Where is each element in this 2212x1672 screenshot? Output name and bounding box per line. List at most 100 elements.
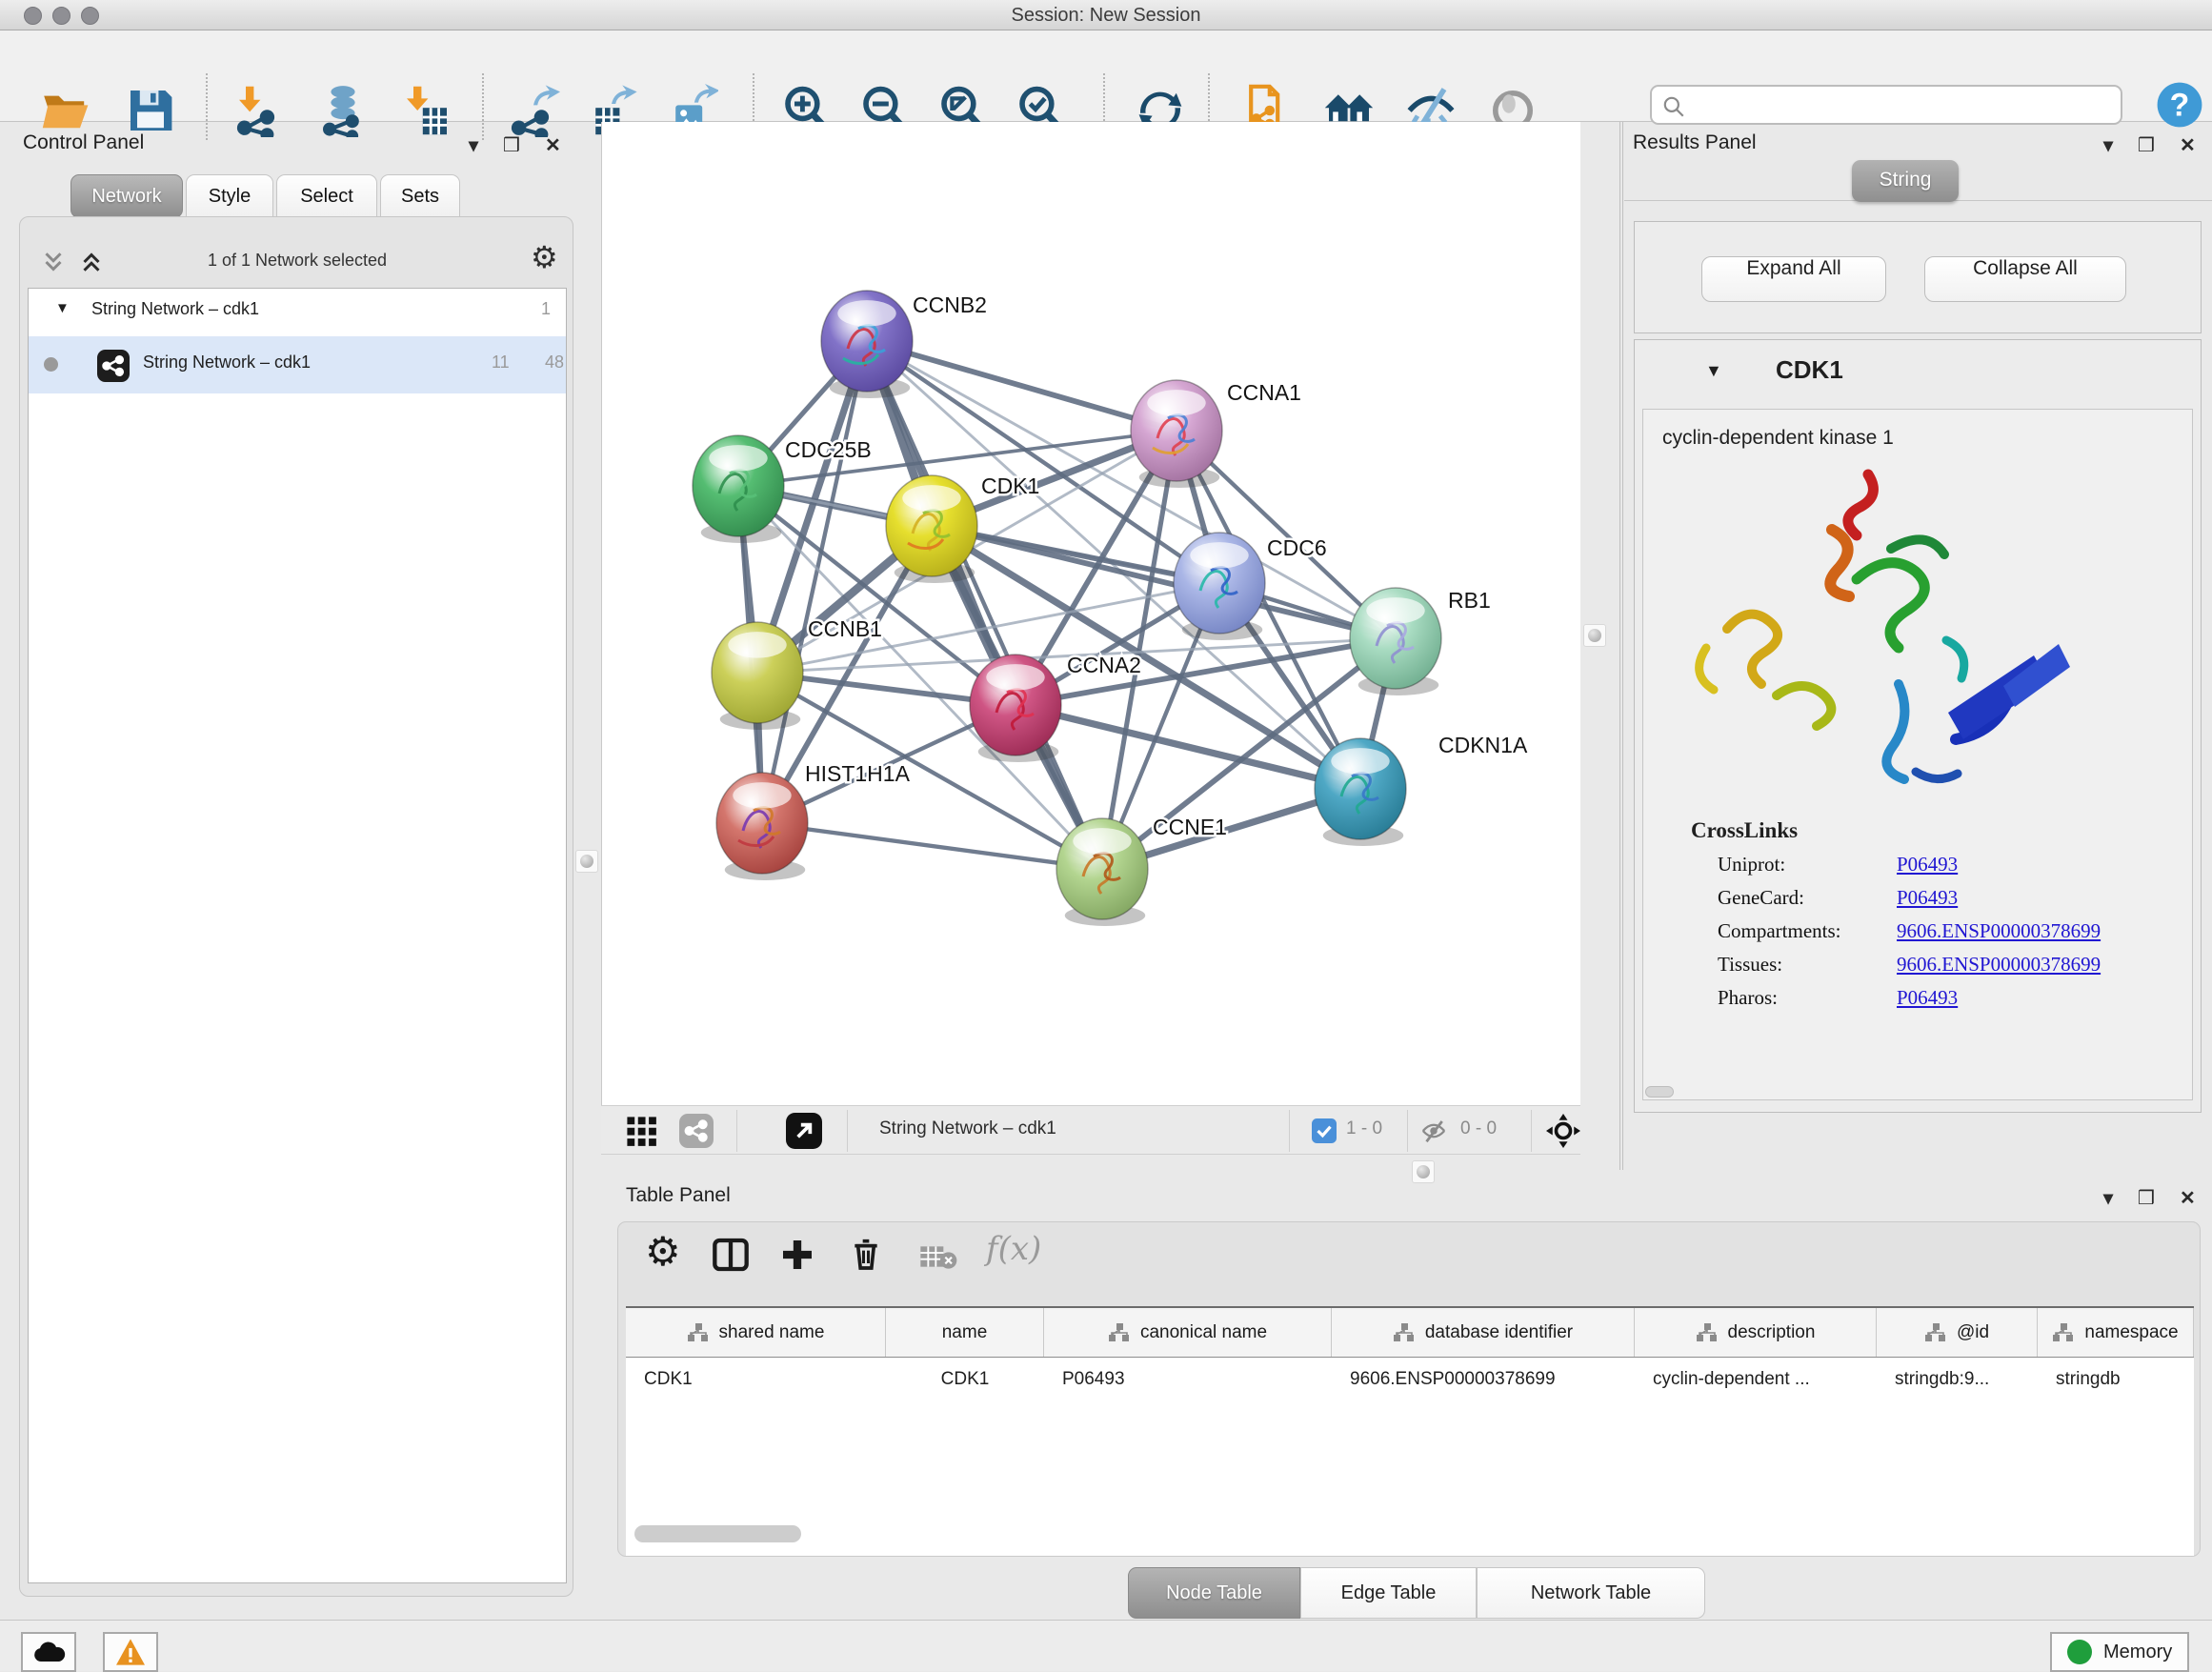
- table-panel-menu-icon[interactable]: ▾: [2103, 1186, 2113, 1210]
- control-panel-close-icon[interactable]: ✕: [545, 133, 561, 157]
- node-CDC6[interactable]: [1174, 533, 1265, 640]
- crosslinks-title: CrossLinks: [1691, 818, 2192, 843]
- node-CCNB1[interactable]: [712, 622, 803, 730]
- crosslink-label: Uniprot:: [1718, 853, 1897, 876]
- node-CCNA1[interactable]: [1131, 380, 1222, 488]
- network-options-gear-icon[interactable]: ⚙: [531, 239, 558, 275]
- crosslink-value[interactable]: P06493: [1897, 986, 1958, 1010]
- control-panel-menu-icon[interactable]: ▾: [469, 133, 478, 157]
- node-label-CCNB2: CCNB2: [913, 292, 987, 317]
- node-CDK1[interactable]: [886, 475, 977, 583]
- fit-selected-crosshair-icon[interactable]: [1546, 1114, 1580, 1148]
- share-network-icon[interactable]: [679, 1114, 714, 1148]
- node-CCNA2[interactable]: [970, 655, 1061, 762]
- edge-CCNB2-HIST1H1A[interactable]: [762, 341, 867, 823]
- control-panel-float-icon[interactable]: ❒: [503, 133, 520, 157]
- tree-expand-icon[interactable]: ▼: [55, 300, 70, 316]
- edge-HIST1H1A-CCNE1[interactable]: [762, 823, 1102, 869]
- node-label-HIST1H1A: HIST1H1A: [805, 761, 911, 786]
- edge-count: 48: [545, 353, 564, 373]
- tab-node-table[interactable]: Node Table: [1128, 1567, 1300, 1619]
- cell-database-identifier[interactable]: 9606.ENSP00000378699: [1332, 1369, 1635, 1390]
- horizontal-splitter-grip[interactable]: [1412, 1160, 1435, 1183]
- open-in-window-icon[interactable]: [786, 1113, 822, 1149]
- crosslink-value[interactable]: 9606.ENSP00000378699: [1897, 919, 2101, 943]
- selected-checkbox-icon[interactable]: [1312, 1118, 1337, 1143]
- crosslink-value[interactable]: P06493: [1897, 886, 1958, 910]
- import-database-icon[interactable]: [316, 84, 370, 137]
- expand-all-button[interactable]: Expand All: [1701, 256, 1886, 302]
- right-splitter-grip[interactable]: [1583, 624, 1606, 647]
- column-header-namespace[interactable]: namespace: [2038, 1308, 2194, 1357]
- column-header-canonical-name[interactable]: canonical name: [1044, 1308, 1332, 1357]
- cell-canonical-name[interactable]: P06493: [1044, 1369, 1332, 1390]
- cell-shared-name[interactable]: CDK1: [626, 1369, 886, 1390]
- table-gear-icon[interactable]: ⚙: [645, 1228, 681, 1275]
- cell-name[interactable]: CDK1: [886, 1369, 1044, 1390]
- crosslink-value[interactable]: 9606.ENSP00000378699: [1897, 953, 2101, 977]
- tab-string[interactable]: String: [1852, 160, 1959, 202]
- entry-header[interactable]: ▼ CDK1: [1635, 340, 2201, 409]
- open-file-icon[interactable]: [40, 84, 93, 137]
- add-column-icon[interactable]: [778, 1236, 816, 1274]
- collapse-all-button[interactable]: Collapse All: [1924, 256, 2126, 302]
- tab-select[interactable]: Select: [276, 174, 377, 218]
- column-tree-icon: [1696, 1322, 1719, 1343]
- node-CDKN1A[interactable]: [1315, 738, 1406, 846]
- cell-namespace[interactable]: stringdb: [2038, 1369, 2194, 1390]
- column-header-name[interactable]: name: [886, 1308, 1044, 1357]
- export-network-icon[interactable]: [507, 84, 560, 137]
- table-panel-float-icon[interactable]: ❒: [2138, 1186, 2155, 1210]
- entry-hscrollbar[interactable]: [1645, 1086, 1674, 1098]
- network-tree-row-selected[interactable]: String Network – cdk1 11 48: [29, 336, 566, 393]
- cell-description[interactable]: cyclin-dependent ...: [1635, 1369, 1877, 1390]
- node-RB1[interactable]: [1350, 588, 1441, 695]
- node-CCNE1[interactable]: [1056, 818, 1148, 926]
- column-header-database-identifier[interactable]: database identifier: [1332, 1308, 1635, 1357]
- column-label: @id: [1957, 1322, 1989, 1343]
- edge-CCNB2-CCNA1[interactable]: [867, 341, 1176, 431]
- show-columns-icon[interactable]: [712, 1236, 750, 1274]
- node-CDC25B[interactable]: [693, 435, 784, 543]
- save-session-icon[interactable]: [124, 84, 177, 137]
- table-header-row: shared namenamecanonical namedatabase id…: [626, 1308, 2194, 1358]
- node-table[interactable]: shared namenamecanonical namedatabase id…: [626, 1306, 2194, 1556]
- search-input[interactable]: [1650, 85, 2122, 125]
- node-CCNB2[interactable]: [821, 291, 913, 398]
- left-splitter-grip[interactable]: [575, 850, 598, 873]
- network-canvas[interactable]: CCNB2CCNA1CDC25BCDK1CDC6RB1CCNB1CCNA2CDK…: [601, 122, 1580, 1105]
- node-label-CCNA1: CCNA1: [1227, 380, 1301, 405]
- table-hscrollbar-thumb[interactable]: [634, 1525, 801, 1542]
- results-panel: String Expand All Collapse All ▼ CDK1 cy…: [1624, 122, 2212, 1170]
- import-network-icon[interactable]: [232, 84, 286, 137]
- tab-edge-table[interactable]: Edge Table: [1300, 1567, 1477, 1619]
- tab-network[interactable]: Network: [70, 174, 183, 218]
- memory-status-dot: [2067, 1640, 2092, 1664]
- node-HIST1H1A[interactable]: [716, 773, 808, 880]
- tab-network-table[interactable]: Network Table: [1477, 1567, 1705, 1619]
- birdseye-grid-icon[interactable]: [626, 1116, 658, 1148]
- import-table-icon[interactable]: [400, 84, 453, 137]
- entry-description: cyclin-dependent kinase 1: [1643, 410, 2192, 450]
- cell-@id[interactable]: stringdb:9...: [1877, 1369, 2038, 1390]
- hidden-eye-icon: [1418, 1117, 1449, 1145]
- node-label-RB1: RB1: [1448, 588, 1491, 613]
- warnings-button[interactable]: [103, 1632, 158, 1672]
- table-panel-close-icon[interactable]: ✕: [2180, 1186, 2196, 1210]
- crosslink-value[interactable]: P06493: [1897, 853, 1958, 876]
- column-header-description[interactable]: description: [1635, 1308, 1877, 1357]
- column-header-@id[interactable]: @id: [1877, 1308, 2038, 1357]
- tab-sets[interactable]: Sets: [380, 174, 460, 218]
- entry-collapse-icon[interactable]: ▼: [1705, 361, 1722, 381]
- column-header-shared-name[interactable]: shared name: [626, 1308, 886, 1357]
- table-row[interactable]: CDK1CDK1P064939606.ENSP00000378699cyclin…: [626, 1358, 2194, 1401]
- memory-button[interactable]: Memory: [2050, 1632, 2189, 1672]
- network-name-label: String Network – cdk1: [143, 353, 311, 373]
- crosslink-label: Tissues:: [1718, 953, 1897, 977]
- column-tree-icon: [1924, 1322, 1947, 1343]
- delete-column-icon[interactable]: [847, 1234, 885, 1274]
- cloud-button[interactable]: [21, 1632, 76, 1672]
- tab-style[interactable]: Style: [186, 174, 273, 218]
- node-count: 11: [492, 353, 510, 373]
- network-tree-group-row[interactable]: ▼ String Network – cdk1 1: [29, 289, 566, 336]
